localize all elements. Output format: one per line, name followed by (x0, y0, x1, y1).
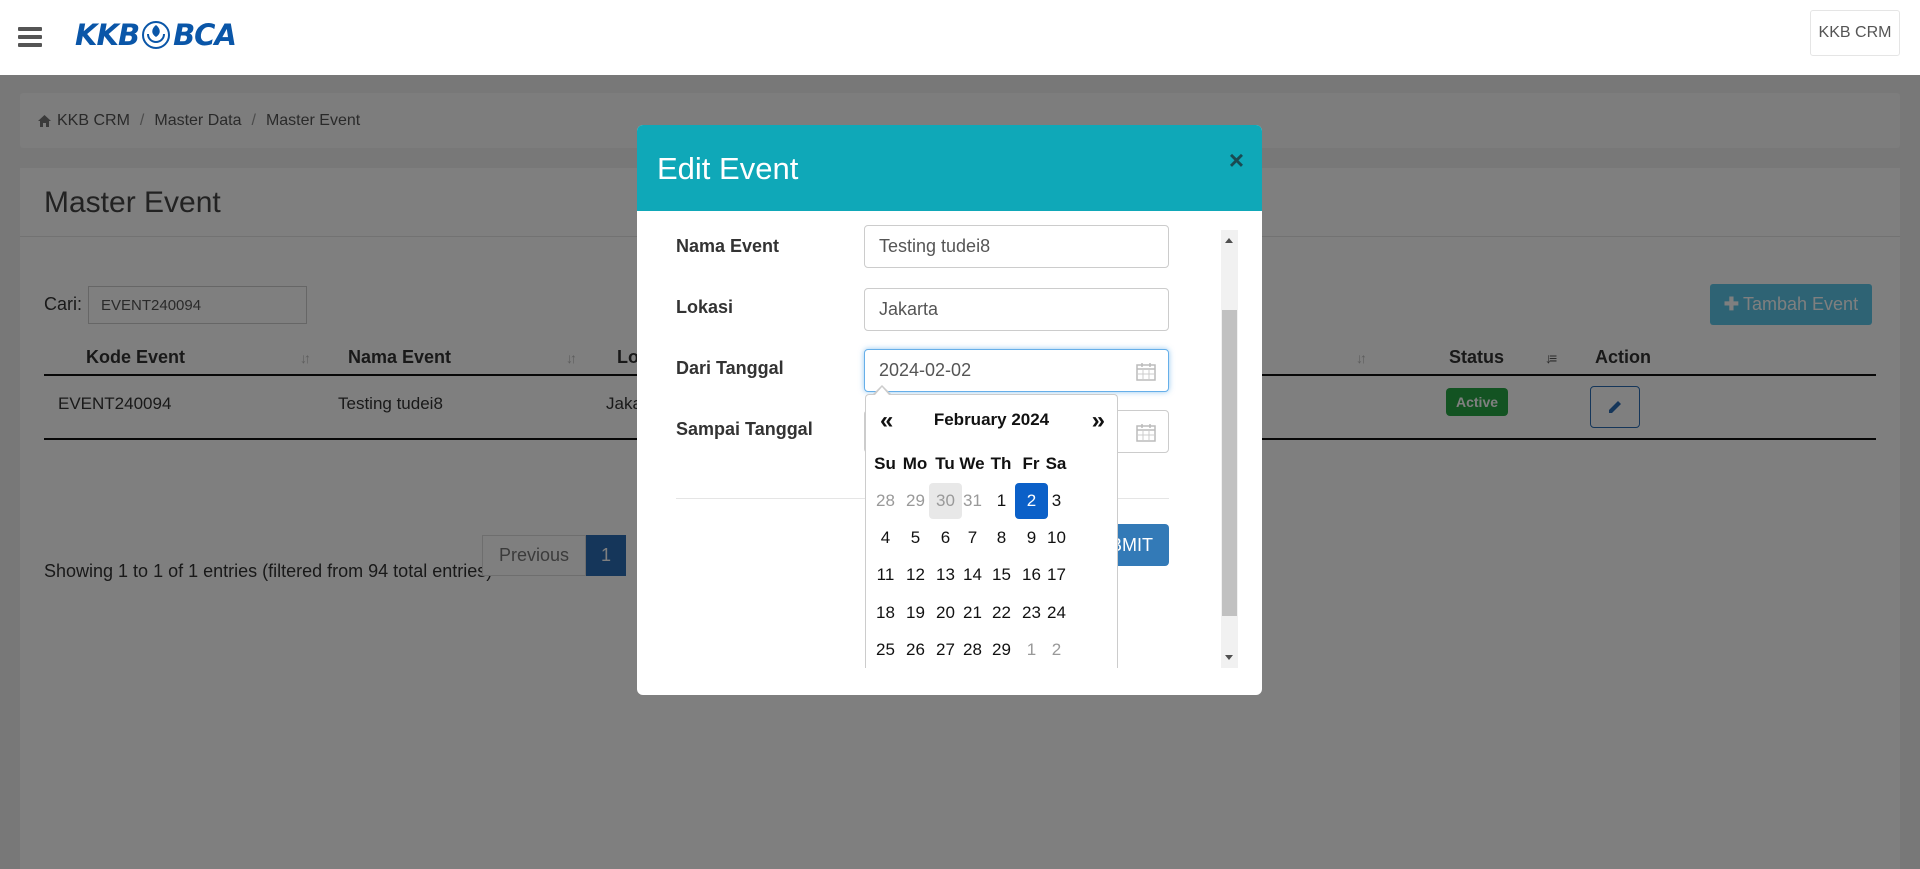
datepicker-caret-inner (875, 387, 889, 395)
calendar-day[interactable]: 5 (899, 520, 932, 556)
calendar-day[interactable]: 15 (985, 557, 1018, 593)
bca-emblem-icon (142, 21, 171, 49)
nama-event-label: Nama Event (676, 236, 780, 256)
close-icon[interactable]: × (1229, 145, 1244, 176)
dari-tanggal-input[interactable]: 2024-02-02 (864, 349, 1169, 392)
sampai-tanggal-label: Sampai Tanggal (676, 419, 813, 439)
datepicker-month-title[interactable]: February 2024 (866, 410, 1117, 430)
modal-scrollbar[interactable] (1221, 230, 1238, 668)
calendar-day[interactable]: 22 (985, 595, 1018, 631)
modal-title: Edit Event (657, 151, 799, 186)
calendar-day[interactable]: 29 (985, 632, 1018, 668)
calendar-day[interactable]: 29 (899, 483, 932, 519)
calendar-icon[interactable] (1136, 362, 1156, 381)
datepicker: « February 2024 » Su Mo Tu We Th Fr Sa 28 29 30 31… (865, 394, 1118, 668)
calendar-day[interactable]: 3 (1040, 483, 1073, 519)
dari-tanggal-label: Dari Tanggal (676, 358, 784, 378)
lokasi-label: Lokasi (676, 297, 734, 317)
calendar-day[interactable]: 26 (899, 632, 932, 668)
weekday-header: Th (990, 454, 1012, 473)
next-month-icon[interactable]: » (1092, 407, 1105, 435)
scroll-up-icon[interactable] (1225, 238, 1233, 243)
calendar-day[interactable]: 12 (899, 557, 932, 593)
nama-event-input[interactable]: Testing tudei8 (864, 225, 1169, 268)
dari-tanggal-value: 2024-02-02 (879, 360, 972, 380)
top-navbar: KKB BCA KKB CRM (0, 0, 1920, 75)
calendar-day[interactable]: 1 (985, 483, 1018, 519)
calendar-day[interactable]: 24 (1040, 595, 1073, 631)
hamburger-menu-icon[interactable] (18, 27, 42, 47)
calendar-day[interactable]: 8 (985, 520, 1018, 556)
app-menu-button[interactable]: KKB CRM (1810, 10, 1900, 56)
calendar-day[interactable]: 25 (869, 632, 902, 668)
calendar-day[interactable]: 4 (869, 520, 902, 556)
weekday-header: Mo (902, 454, 928, 473)
scrollbar-thumb[interactable] (1222, 310, 1237, 616)
weekday-header: Su (874, 454, 896, 473)
datepicker-header: « February 2024 » (866, 403, 1117, 435)
modal-header: Edit Event × (637, 125, 1262, 211)
calendar-icon[interactable] (1136, 423, 1156, 442)
calendar-day[interactable]: 17 (1040, 557, 1073, 593)
kkb-bca-logo[interactable]: KKB BCA (75, 16, 237, 54)
scroll-down-icon[interactable] (1225, 655, 1233, 660)
calendar-day[interactable]: 10 (1040, 520, 1073, 556)
calendar-day[interactable]: 28 (869, 483, 902, 519)
calendar-day[interactable]: 11 (869, 557, 902, 593)
calendar-day[interactable]: 18 (869, 595, 902, 631)
calendar-day[interactable]: 19 (899, 595, 932, 631)
logo-text-kkb: KKB (75, 18, 140, 52)
logo-text-bca: BCA (173, 18, 237, 52)
calendar-day[interactable]: 2 (1040, 632, 1073, 668)
lokasi-input[interactable]: Jakarta (864, 288, 1169, 331)
weekday-header: Sa (1045, 454, 1067, 473)
